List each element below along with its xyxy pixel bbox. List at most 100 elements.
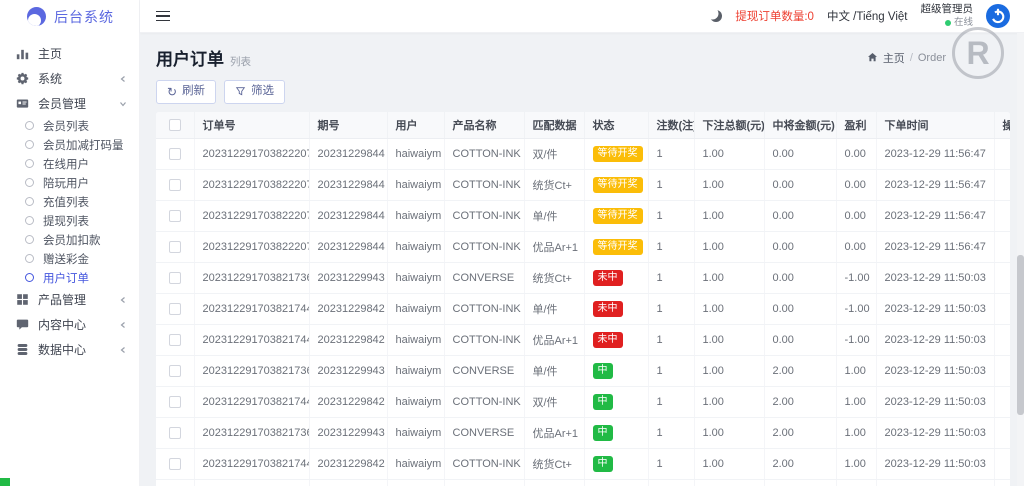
table-row-1: 202312291703822207 20231229844 haiwaiym … xyxy=(156,169,1010,200)
column-header: 下单时间 xyxy=(876,112,994,139)
cell-period: 20231229844 xyxy=(309,200,387,231)
cell-total: 1.00 xyxy=(694,479,764,486)
cell-period: 20231229842 xyxy=(309,386,387,417)
cell-profit: -1.00 xyxy=(836,262,876,293)
chevron-down-icon xyxy=(119,100,127,108)
cell-user: haiwaiym xyxy=(387,169,444,200)
sidebar-subitem-2-8[interactable]: 用户订单 xyxy=(0,268,139,287)
table-row-10: 202312291703821744 20231229842 haiwaiym … xyxy=(156,448,1010,479)
cell-total: 1.00 xyxy=(694,169,764,200)
cell-match: 优品Ar+1 xyxy=(524,231,584,262)
logo-icon xyxy=(27,7,46,26)
cell-match: 单/件 xyxy=(524,355,584,386)
cell-profit: 0.00 xyxy=(836,138,876,169)
radio-icon xyxy=(25,235,34,244)
row-checkbox[interactable] xyxy=(169,334,181,346)
row-checkbox[interactable] xyxy=(169,427,181,439)
filter-button[interactable]: 筛选 xyxy=(224,80,285,104)
cell-order-no: 202312291703821736 xyxy=(194,417,309,448)
cell-user: haiwaiym xyxy=(387,448,444,479)
cell-win-amount: 0.00 xyxy=(764,293,836,324)
withdraw-order-count[interactable]: 提现订单数量:0 xyxy=(735,8,814,24)
cell-period: 20231229943 xyxy=(309,355,387,386)
sidebar: 后台系统 主页系统会员管理会员列表会员加减打码量在线用户陪玩用户充值列表提现列表… xyxy=(0,0,140,486)
refresh-button[interactable]: ↻ 刷新 xyxy=(156,80,216,104)
cell-period: 20231229943 xyxy=(309,479,387,486)
status-badge: 中 xyxy=(593,456,613,472)
row-checkbox[interactable] xyxy=(169,458,181,470)
hamburger-menu-icon[interactable] xyxy=(154,7,172,26)
table-row-0: 202312291703822207 20231229844 haiwaiym … xyxy=(156,138,1010,169)
home-icon xyxy=(867,52,878,63)
row-checkbox[interactable] xyxy=(169,241,181,253)
topbar-right: 提现订单数量:0 中文 /Tiếng Việt 超级管理员 在线 xyxy=(710,3,1010,29)
scrollbar-thumb[interactable] xyxy=(1017,255,1024,415)
cell-product: COTTON-INK xyxy=(444,231,524,262)
row-checkbox[interactable] xyxy=(169,210,181,222)
row-checkbox[interactable] xyxy=(169,365,181,377)
table-row-11: 202312291703821736 20231229943 haiwaiym … xyxy=(156,479,1010,486)
status-badge: 未中 xyxy=(593,301,623,317)
admin-role-label: 超级管理员 xyxy=(921,3,974,17)
page-subtitle: 列表 xyxy=(230,56,251,68)
row-checkbox[interactable] xyxy=(169,303,181,315)
refresh-icon: ↻ xyxy=(167,86,177,98)
cell-user: haiwaiym xyxy=(387,293,444,324)
cell-total: 1.00 xyxy=(694,231,764,262)
sidebar-subitem-label: 赠送彩金 xyxy=(43,251,89,267)
cell-time: 2023-12-29 11:50:03 xyxy=(876,355,994,386)
breadcrumb: 主页 / Order xyxy=(867,50,946,66)
sidebar-item-0[interactable]: 主页 xyxy=(0,41,139,66)
cell-user: haiwaiym xyxy=(387,324,444,355)
status-badge: 等待开奖 xyxy=(593,239,643,255)
select-all-checkbox[interactable] xyxy=(169,119,181,131)
sidebar-subitem-label: 会员列表 xyxy=(43,118,89,134)
sidebar-subitem-2-4[interactable]: 充值列表 xyxy=(0,192,139,211)
table-row-5: 202312291703821744 20231229842 haiwaiym … xyxy=(156,293,1010,324)
row-checkbox[interactable] xyxy=(169,179,181,191)
cell-product: COTTON-INK xyxy=(444,448,524,479)
sidebar-item-1[interactable]: 系统 xyxy=(0,66,139,91)
content-area: 用户订单列表 主页 / Order ↻ 刷新 筛选 xyxy=(140,33,1024,486)
cell-user: haiwaiym xyxy=(387,200,444,231)
cell-product: CONVERSE xyxy=(444,417,524,448)
sidebar-subitem-2-3[interactable]: 陪玩用户 xyxy=(0,173,139,192)
sidebar-subitem-2-7[interactable]: 赠送彩金 xyxy=(0,249,139,268)
column-header: 下注总额(元) xyxy=(694,112,764,139)
status-badge: 等待开奖 xyxy=(593,177,643,193)
user-avatar[interactable] xyxy=(986,4,1010,28)
cell-time: 2023-12-29 11:56:47 xyxy=(876,200,994,231)
cell-user: haiwaiym xyxy=(387,138,444,169)
page-scrollbar[interactable] xyxy=(1017,33,1024,486)
language-switcher[interactable]: 中文 /Tiếng Việt xyxy=(827,8,908,24)
cell-user: haiwaiym xyxy=(387,231,444,262)
sidebar-subitem-label: 在线用户 xyxy=(43,156,89,172)
sidebar-subitem-2-0[interactable]: 会员列表 xyxy=(0,116,139,135)
row-checkbox[interactable] xyxy=(169,396,181,408)
cell-profit: 0.00 xyxy=(836,169,876,200)
sidebar-subitem-2-2[interactable]: 在线用户 xyxy=(0,154,139,173)
cell-total: 1.00 xyxy=(694,324,764,355)
sidebar-subitem-2-5[interactable]: 提现列表 xyxy=(0,211,139,230)
app-title: 后台系统 xyxy=(54,7,114,27)
cell-total: 1.00 xyxy=(694,448,764,479)
radio-icon xyxy=(25,121,34,130)
radio-icon xyxy=(25,178,34,187)
sidebar-subitem-2-1[interactable]: 会员加减打码量 xyxy=(0,135,139,154)
dark-mode-moon-icon[interactable] xyxy=(710,10,722,22)
cell-win-amount: 2.00 xyxy=(764,386,836,417)
sidebar-item-3[interactable]: 产品管理 xyxy=(0,287,139,312)
row-checkbox[interactable] xyxy=(169,148,181,160)
sidebar-subitem-2-6[interactable]: 会员加扣款 xyxy=(0,230,139,249)
sidebar-item-4[interactable]: 内容中心 xyxy=(0,312,139,337)
sidebar-item-5[interactable]: 数据中心 xyxy=(0,337,139,362)
cell-action xyxy=(994,262,1010,293)
sidebar-item-2[interactable]: 会员管理 xyxy=(0,91,139,116)
sidebar-item-label: 产品管理 xyxy=(38,291,110,308)
column-header: 期号 xyxy=(309,112,387,139)
breadcrumb-home[interactable]: 主页 xyxy=(883,50,905,66)
cell-win-amount: 0.00 xyxy=(764,200,836,231)
sidebar-item-label: 数据中心 xyxy=(38,341,110,358)
column-header: 用户 xyxy=(387,112,444,139)
row-checkbox[interactable] xyxy=(169,272,181,284)
